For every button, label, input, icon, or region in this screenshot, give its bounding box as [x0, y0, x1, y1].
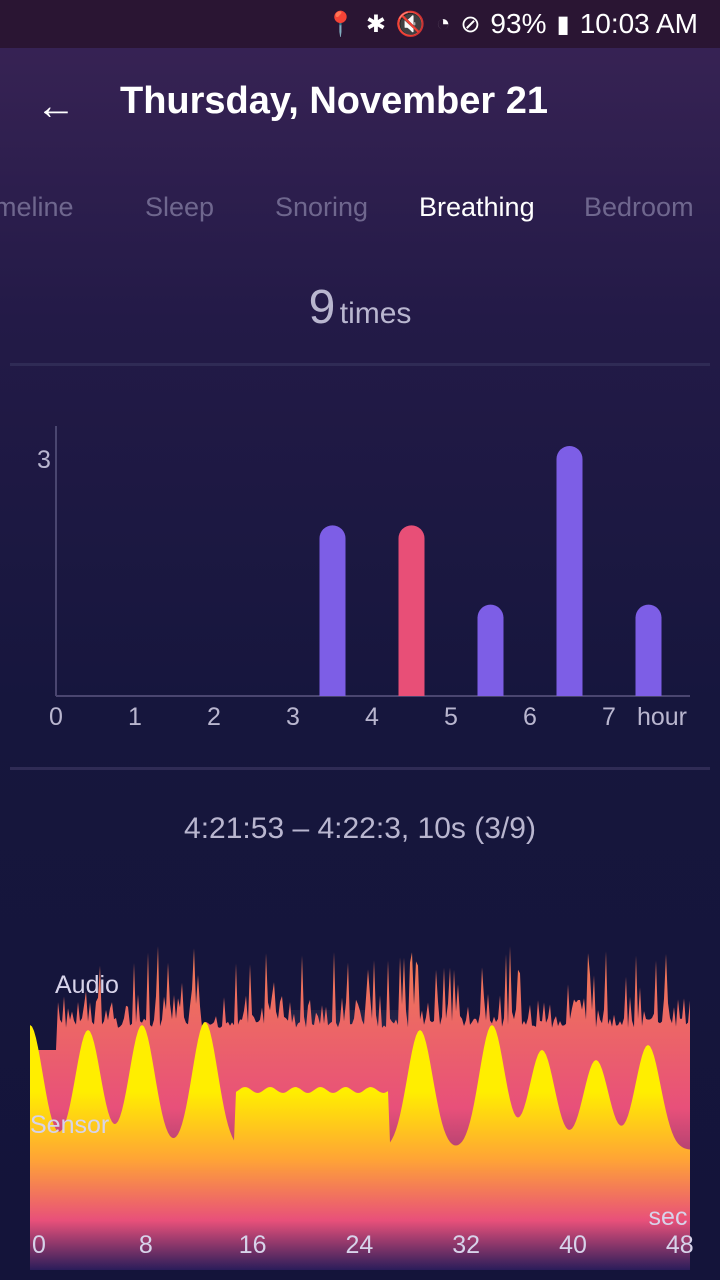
bar[interactable] — [556, 446, 583, 696]
app-bar: ← Thursday, November 21 — [0, 48, 720, 163]
bar[interactable] — [477, 604, 504, 696]
tab-snoring[interactable]: Snoring — [275, 192, 368, 223]
tab-bedroom[interactable]: Bedroom — [584, 192, 694, 223]
sensor-series-label: Sensor — [30, 1111, 110, 1139]
event-count-unit: times — [339, 297, 412, 330]
battery-level: 93% — [490, 8, 547, 39]
y-tick-label: 3 — [37, 446, 51, 474]
audio-series-label: Audio — [55, 971, 119, 999]
location-icon: 📍 — [325, 10, 356, 38]
x-tick-label: 24 — [345, 1231, 373, 1259]
do-not-disturb-icon: ⊘ — [460, 10, 481, 38]
divider — [10, 767, 710, 770]
x-tick-label: 4 — [365, 703, 379, 731]
event-count: 9 — [308, 281, 336, 334]
x-tick-label: 6 — [523, 703, 537, 731]
x-tick-label: 0 — [49, 703, 63, 731]
x-tick-label: 8 — [139, 1231, 153, 1259]
bar[interactable] — [319, 525, 346, 696]
x-tick-label: 1 — [128, 703, 142, 731]
x-axis-unit: hour — [637, 703, 687, 731]
divider — [10, 363, 710, 366]
wifi-icon: ◔ — [435, 10, 451, 37]
bar[interactable] — [635, 604, 662, 696]
hourly-bar-chart: 3 0 1 2 3 4 5 6 7 hour — [37, 426, 690, 731]
tab-breathing[interactable]: Breathing — [419, 192, 535, 223]
x-axis-unit: sec — [649, 1203, 688, 1231]
x-tick-label: 40 — [559, 1231, 587, 1259]
arrow-left-icon: ← — [36, 84, 76, 128]
x-tick-label: 48 — [666, 1231, 694, 1259]
back-button[interactable]: ← — [30, 84, 82, 128]
x-tick-label: 16 — [239, 1231, 267, 1259]
x-tick-label: 32 — [452, 1231, 480, 1259]
breathing-summary: 9 times — [0, 280, 720, 335]
x-tick-label: 7 — [602, 703, 616, 731]
breathing-waveform-chart: 0 8 16 24 32 40 48 sec — [30, 946, 694, 1270]
status-bar: 📍 ✱ 🔇 ◔ ⊘ 93% ▮ 10:03 AM — [0, 0, 720, 48]
x-tick-label: 0 — [32, 1231, 46, 1259]
x-tick-label: 2 — [207, 703, 221, 731]
page-title: Thursday, November 21 — [120, 80, 549, 122]
bar[interactable] — [398, 525, 425, 696]
clock: 10:03 AM — [579, 8, 698, 39]
tab-timeline[interactable]: meline — [0, 192, 74, 223]
tab-bar: meline Sleep Snoring Breathing Bedroom — [0, 184, 720, 240]
x-tick-label: 5 — [444, 703, 458, 731]
event-time-range[interactable]: 4:21:53 – 4:22:3, 10s (3/9) — [0, 812, 720, 846]
tab-sleep[interactable]: Sleep — [145, 192, 214, 223]
battery-icon: ▮ — [556, 10, 570, 38]
x-tick-label: 3 — [286, 703, 300, 731]
bluetooth-icon: ✱ — [365, 10, 386, 38]
vibrate-mute-icon: 🔇 — [395, 10, 426, 38]
